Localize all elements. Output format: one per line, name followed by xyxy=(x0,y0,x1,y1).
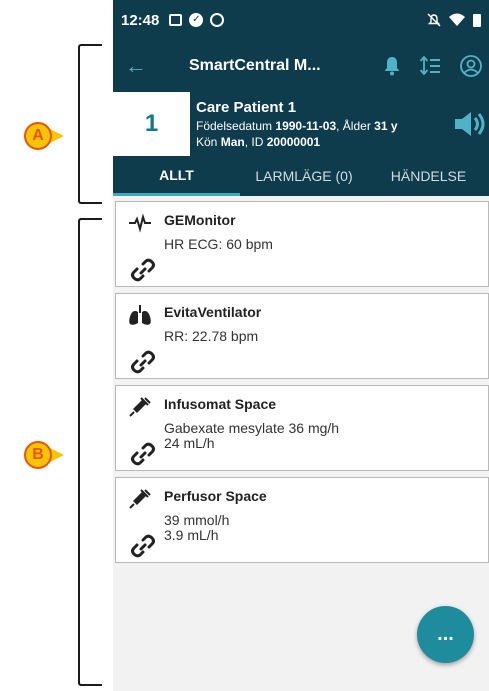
link-icon[interactable] xyxy=(130,258,156,282)
age-label: Ålder xyxy=(342,118,371,133)
id-value: 20000001 xyxy=(266,134,321,149)
link-icon[interactable] xyxy=(130,442,156,466)
more-options-button[interactable]: ... xyxy=(417,606,474,663)
link-icon[interactable] xyxy=(130,534,156,558)
lungs-icon xyxy=(129,305,151,325)
device-name: EvitaVentilator xyxy=(164,304,262,320)
patient-info: Care Patient 1 Födelsedatum 1990-11-03, … xyxy=(190,99,447,150)
dob-value: 1990-11-03 xyxy=(275,118,337,133)
age-value: 31 y xyxy=(374,118,398,133)
heartbeat-icon xyxy=(129,213,151,233)
app-toolbar: ← SmartCentral M... xyxy=(113,40,489,92)
tab-bar: ALLT LARMLÄGE (0) HÄNDELSE xyxy=(113,156,489,196)
device-value: Gabexate mesylate 36 mg/h xyxy=(164,420,340,436)
callout-b: B xyxy=(24,441,52,469)
gallery-icon xyxy=(169,14,183,26)
dob-label: Födelsedatum xyxy=(196,118,273,133)
sex-label: Kön xyxy=(196,134,218,149)
device-values: HR ECG: 60 bpm xyxy=(164,237,273,252)
bell-icon[interactable] xyxy=(383,56,401,76)
patient-name: Care Patient 1 xyxy=(196,98,297,116)
bracket-a xyxy=(78,44,102,204)
status-time: 12:48 xyxy=(121,11,160,29)
link-icon[interactable] xyxy=(130,350,156,374)
check-circle-icon: ✓ xyxy=(189,13,204,27)
user-menu-icon[interactable] xyxy=(459,54,483,78)
wifi-icon xyxy=(449,13,465,26)
patient-header: 1 Care Patient 1 Födelsedatum 1990-11-03… xyxy=(113,92,489,156)
app-title: SmartCentral M... xyxy=(189,57,321,74)
syringe-icon xyxy=(129,397,151,417)
device-value: HR ECG: 60 bpm xyxy=(164,236,273,252)
device-card-perfusor-space[interactable]: Perfusor Space 39 mmol/h 3.9 mL/h xyxy=(115,477,489,563)
device-values: 39 mmol/h 3.9 mL/h xyxy=(164,513,229,543)
sort-icon[interactable] xyxy=(419,56,441,76)
device-value: 3.9 mL/h xyxy=(164,527,219,543)
device-name: GEMonitor xyxy=(164,212,236,228)
callout-a: A xyxy=(24,122,52,150)
sex-value: Man xyxy=(220,134,245,149)
device-name: Perfusor Space xyxy=(164,488,267,504)
phone-screen: 12:48 ✓ ← SmartCentral M... 1 Care Patie… xyxy=(113,0,489,691)
bracket-b xyxy=(78,218,102,686)
at-sign-icon xyxy=(210,13,225,27)
patient-id-line: Kön Man, ID 20000001 xyxy=(196,134,321,149)
mute-icon xyxy=(427,13,441,27)
speaker-button[interactable] xyxy=(447,109,489,139)
device-value: 39 mmol/h xyxy=(164,512,230,528)
device-value: 24 mL/h xyxy=(164,435,215,451)
tab-handelse[interactable]: HÄNDELSE xyxy=(368,156,489,196)
tab-larmlage[interactable]: LARMLÄGE (0) xyxy=(240,156,368,196)
device-values: RR: 22.78 bpm xyxy=(164,329,258,344)
device-card-gemonitor[interactable]: GEMonitor HR ECG: 60 bpm xyxy=(115,201,489,287)
syringe-icon xyxy=(129,489,151,509)
back-arrow-icon[interactable]: ← xyxy=(113,53,159,79)
speaker-icon xyxy=(455,112,485,136)
device-card-evitaventilator[interactable]: EvitaVentilator RR: 22.78 bpm xyxy=(115,293,489,379)
battery-icon xyxy=(473,14,481,27)
device-values: Gabexate mesylate 36 mg/h 24 mL/h xyxy=(164,421,339,451)
status-bar: 12:48 ✓ xyxy=(113,0,489,40)
device-name: Infusomat Space xyxy=(164,396,277,412)
patient-dob-line: Födelsedatum 1990-11-03, Ålder 31 y xyxy=(196,118,398,133)
device-card-infusomat-space[interactable]: Infusomat Space Gabexate mesylate 36 mg/… xyxy=(115,385,489,471)
bed-number: 1 xyxy=(113,92,190,156)
id-label: ID xyxy=(251,134,264,149)
device-list: GEMonitor HR ECG: 60 bpm EvitaVentilator… xyxy=(113,196,489,563)
tab-allt[interactable]: ALLT xyxy=(113,156,240,196)
device-value: RR: 22.78 bpm xyxy=(164,328,259,344)
